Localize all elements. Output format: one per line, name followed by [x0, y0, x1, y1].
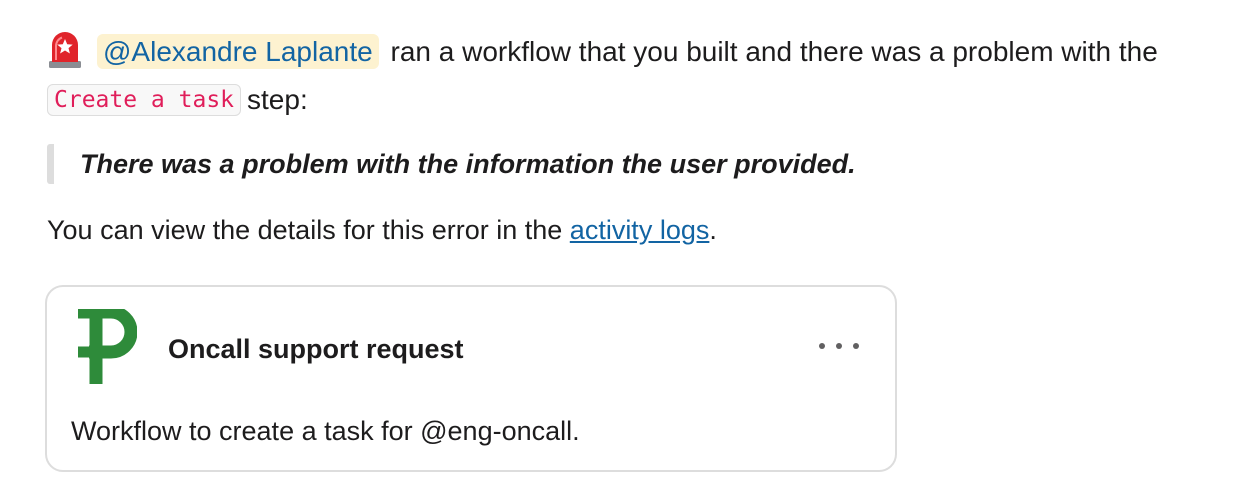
- details-prefix: You can view the details for this error …: [47, 215, 570, 245]
- message-line-1: @Alexandre Laplante ran a workflow that …: [47, 28, 1227, 76]
- workflow-p-logo-icon: [78, 309, 137, 384]
- card-title[interactable]: Oncall support request: [168, 331, 464, 367]
- message-text: ran a workflow that you built and there …: [382, 36, 1158, 67]
- error-quote: There was a problem with the information…: [47, 144, 1227, 184]
- step-code: Create a task: [47, 84, 242, 116]
- rotating-light-icon: [49, 32, 81, 68]
- menu-dot: [836, 343, 842, 349]
- workflow-card[interactable]: Oncall support request Workflow to creat…: [45, 285, 897, 472]
- message-step-text: step:: [247, 84, 308, 115]
- activity-logs-link[interactable]: activity logs: [570, 215, 710, 245]
- menu-dot: [853, 343, 859, 349]
- more-options-icon[interactable]: [819, 331, 859, 361]
- card-description: Workflow to create a task for @eng-oncal…: [71, 416, 580, 446]
- message-body: @Alexandre Laplante ran a workflow that …: [47, 28, 1227, 250]
- menu-dot: [819, 343, 825, 349]
- error-details: You can view the details for this error …: [47, 210, 1227, 250]
- details-suffix: .: [709, 215, 717, 245]
- user-mention[interactable]: @Alexandre Laplante: [97, 34, 379, 69]
- message-line-2: Create a task step:: [47, 76, 1227, 124]
